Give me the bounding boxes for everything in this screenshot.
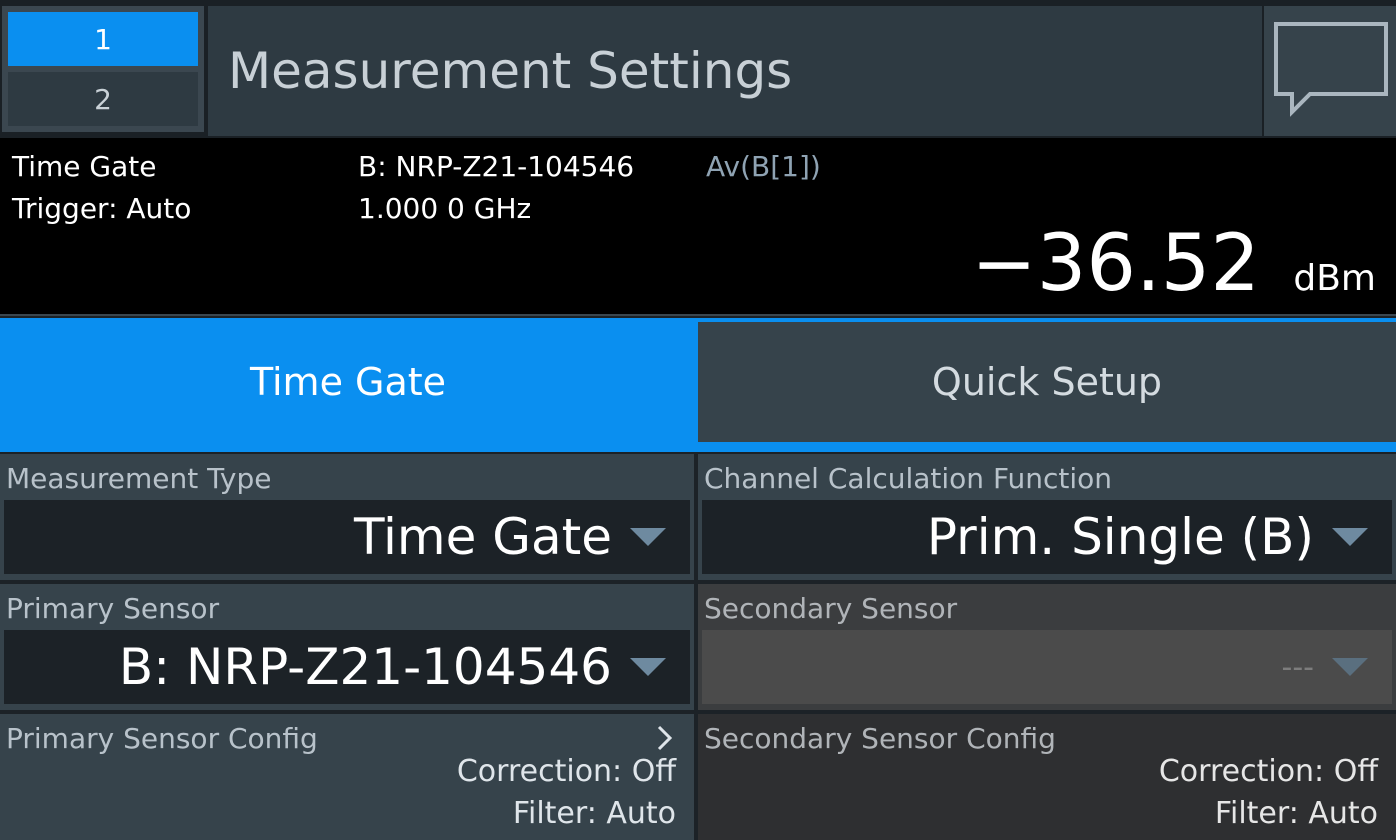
secondary-sensor-dropdown: ---	[702, 630, 1392, 704]
channel-calculation-value: Prim. Single (B)	[926, 508, 1314, 566]
secondary-sensor-config-panel: Secondary Sensor Config Correction: Off …	[698, 714, 1396, 840]
speech-bubble-icon	[1274, 22, 1388, 117]
frequency-label: 1.000 0 GHz	[358, 192, 532, 225]
window-selector: 1 2	[2, 6, 204, 132]
dropdown-caret-icon	[1332, 528, 1368, 546]
window-button-1[interactable]: 1	[8, 12, 198, 66]
title-area: Measurement Settings	[208, 6, 1262, 136]
dropdown-caret-icon	[1332, 658, 1368, 676]
measurement-info-panel: Time Gate Trigger: Auto B: NRP-Z21-10454…	[0, 138, 1396, 316]
primary-sensor-config-panel[interactable]: Primary Sensor Config Correction: Off Fi…	[0, 714, 694, 840]
window-button-2[interactable]: 2	[8, 72, 198, 126]
header-bar: 1 2 Measurement Settings	[0, 0, 1396, 138]
primary-sensor-panel: Primary Sensor B: NRP-Z21-104546	[0, 584, 694, 710]
channel-calculation-panel: Channel Calculation Function Prim. Singl…	[698, 454, 1396, 580]
tab-quick-setup[interactable]: Quick Setup	[698, 322, 1396, 442]
chevron-right-icon	[657, 725, 673, 751]
measurement-mode-label: Time Gate	[12, 150, 157, 183]
secondary-sensor-config-label: Secondary Sensor Config	[704, 722, 1056, 755]
dropdown-caret-icon	[630, 528, 666, 546]
measurement-type-panel: Measurement Type Time Gate	[0, 454, 694, 580]
secondary-filter-status: Filter: Auto	[1214, 796, 1378, 831]
channel-calculation-dropdown[interactable]: Prim. Single (B)	[702, 500, 1392, 574]
channel-label: Av(B[1])	[706, 150, 821, 183]
primary-sensor-dropdown[interactable]: B: NRP-Z21-104546	[4, 630, 690, 704]
primary-filter-status: Filter: Auto	[512, 796, 676, 831]
secondary-sensor-panel: Secondary Sensor ---	[698, 584, 1396, 710]
measurement-type-label: Measurement Type	[6, 462, 272, 495]
dropdown-caret-icon	[630, 658, 666, 676]
reading-unit: dBm	[1293, 258, 1376, 299]
channel-calculation-label: Channel Calculation Function	[704, 462, 1113, 495]
tab-bar: Time Gate Quick Setup	[0, 318, 1396, 452]
page-title: Measurement Settings	[228, 42, 793, 100]
primary-sensor-label: Primary Sensor	[6, 592, 220, 625]
measurement-type-dropdown[interactable]: Time Gate	[4, 500, 690, 574]
trigger-label: Trigger: Auto	[12, 192, 192, 225]
sensor-label: B: NRP-Z21-104546	[358, 150, 635, 183]
chat-button[interactable]	[1264, 6, 1396, 136]
secondary-sensor-label: Secondary Sensor	[704, 592, 958, 625]
secondary-correction-status: Correction: Off	[1158, 754, 1378, 789]
primary-sensor-value: B: NRP-Z21-104546	[118, 638, 612, 696]
secondary-sensor-value: ---	[1281, 649, 1314, 685]
reading-value: −36.52	[971, 219, 1260, 309]
primary-sensor-config-label: Primary Sensor Config	[6, 722, 318, 755]
tab-time-gate[interactable]: Time Gate	[0, 322, 696, 442]
primary-correction-status: Correction: Off	[456, 754, 676, 789]
measurement-type-value: Time Gate	[353, 508, 612, 566]
